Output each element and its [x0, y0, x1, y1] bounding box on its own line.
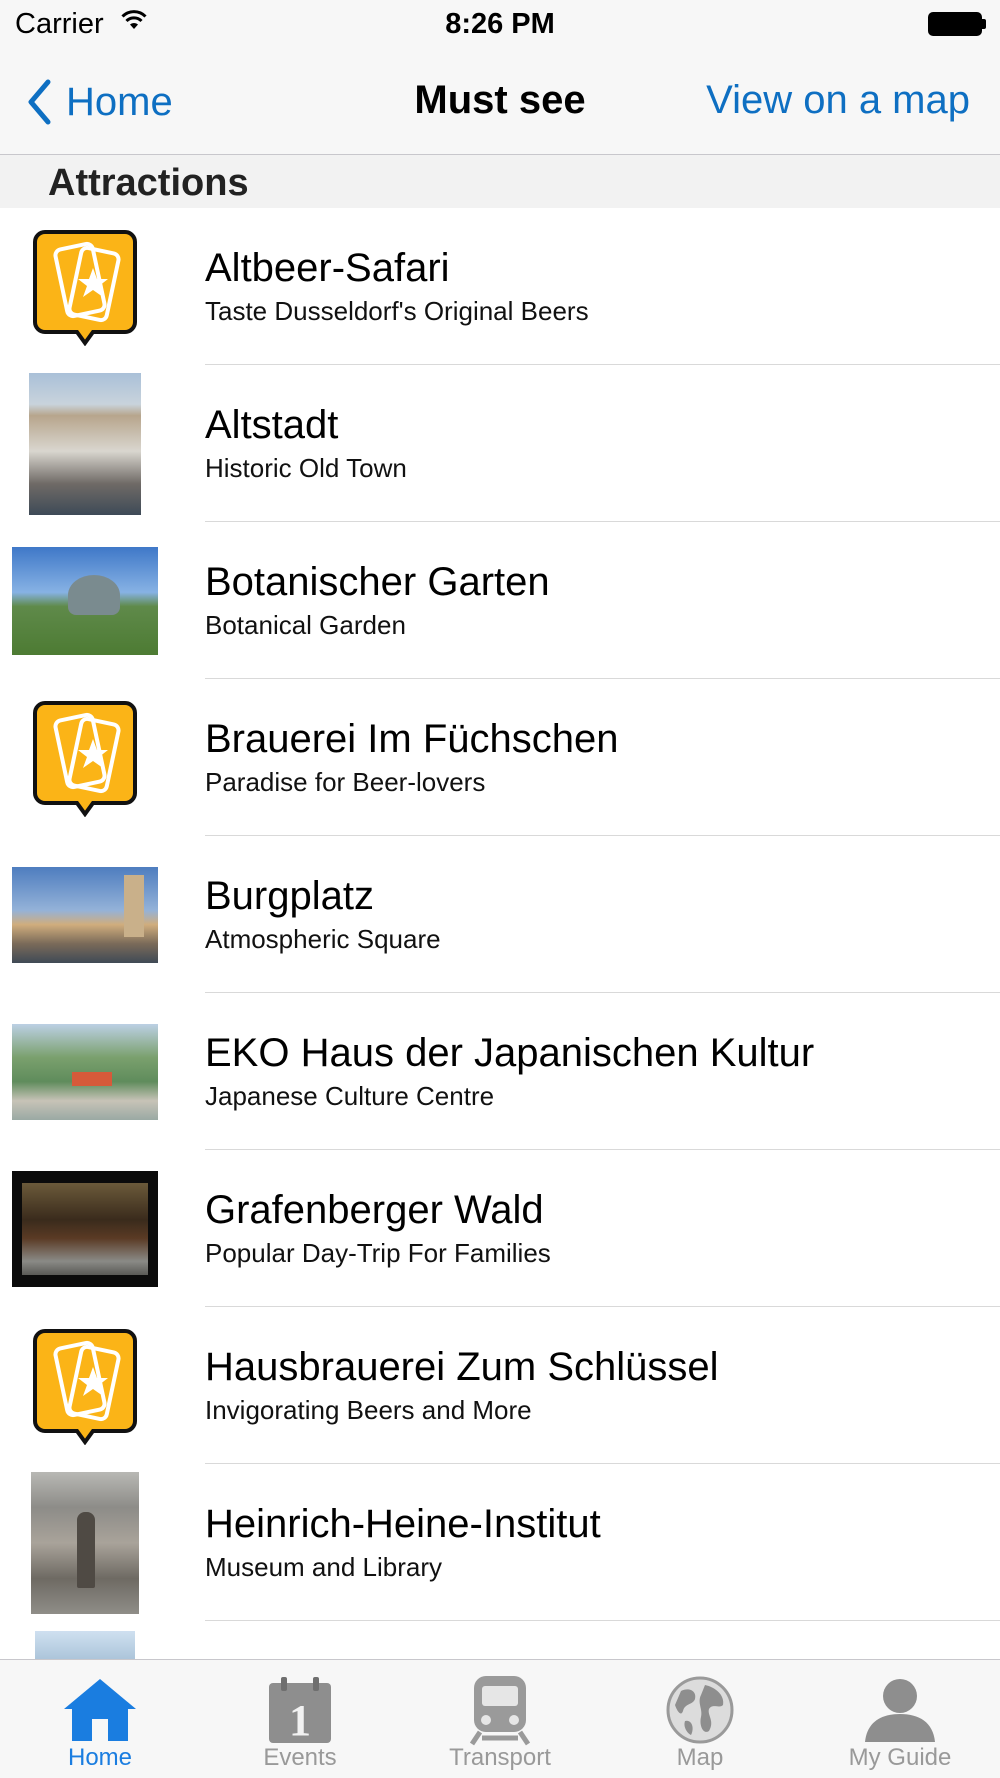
section-header: Attractions — [0, 155, 1000, 208]
tab-transport[interactable]: Transport — [400, 1660, 600, 1778]
list-item[interactable]: Heinrich-Heine-Institut Museum and Libra… — [0, 1464, 1000, 1621]
tab-label: Home — [67, 1744, 133, 1771]
list-item[interactable]: Altbeer-Safari Taste Dusseldorf's Origin… — [0, 208, 1000, 365]
tab-bar: Home 1 Events Transport Map My Guide — [0, 1659, 1000, 1778]
item-title: Grafenberger Wald — [205, 1188, 544, 1232]
ticket-star-icon — [12, 218, 158, 356]
heine-institut-photo — [12, 1472, 158, 1614]
attractions-list[interactable]: Altbeer-Safari Taste Dusseldorf's Origin… — [0, 208, 1000, 1659]
eko-haus-photo — [12, 1003, 158, 1141]
tab-map[interactable]: Map — [600, 1660, 800, 1778]
item-title: Heinrich-Heine-Institut — [205, 1502, 601, 1546]
item-subtitle: Japanese Culture Centre — [205, 1081, 495, 1111]
tab-label: Events — [263, 1744, 337, 1771]
item-subtitle: Paradise for Beer-lovers — [205, 767, 486, 797]
item-subtitle: Popular Day-Trip For Families — [205, 1238, 551, 1268]
battery-icon — [928, 12, 986, 36]
item-title: Botanischer Garten — [205, 560, 550, 604]
grafenberger-wald-photo — [12, 1160, 158, 1298]
svg-text:1: 1 — [289, 1696, 311, 1745]
item-title: Altbeer-Safari — [205, 246, 450, 290]
list-item[interactable]: Botanischer Garten Botanical Garden — [0, 522, 1000, 679]
list-item[interactable]: Burgplatz Atmospheric Square — [0, 836, 1000, 993]
section-header-label: Attractions — [48, 162, 249, 204]
list-item[interactable]: Brauerei Im Füchschen Paradise for Beer-… — [0, 679, 1000, 836]
list-item[interactable] — [0, 1621, 1000, 1659]
person-icon — [860, 1672, 940, 1748]
list-item[interactable]: Grafenberger Wald Popular Day-Trip For F… — [0, 1150, 1000, 1307]
train-icon — [460, 1672, 540, 1748]
list-item[interactable]: EKO Haus der Japanischen Kultur Japanese… — [0, 993, 1000, 1150]
botanical-garden-photo — [12, 532, 158, 670]
tab-label: My Guide — [848, 1744, 952, 1771]
tab-label: Map — [676, 1744, 724, 1771]
item-subtitle: Historic Old Town — [205, 453, 407, 483]
item-subtitle: Museum and Library — [205, 1552, 442, 1582]
tab-events[interactable]: 1 Events — [200, 1660, 400, 1778]
status-bar: Carrier 8:26 PM — [0, 0, 1000, 50]
tab-home[interactable]: Home — [0, 1660, 200, 1778]
tab-my-guide[interactable]: My Guide — [800, 1660, 1000, 1778]
item-subtitle: Atmospheric Square — [205, 924, 441, 954]
view-on-map-button[interactable]: View on a map — [706, 78, 970, 123]
item-title: Altstadt — [205, 403, 339, 447]
ticket-star-icon — [12, 1317, 158, 1455]
item-title: EKO Haus der Japanischen Kultur — [205, 1031, 815, 1075]
burgplatz-photo — [12, 846, 158, 984]
item-subtitle: Invigorating Beers and More — [205, 1395, 532, 1425]
list-item[interactable]: Altstadt Historic Old Town — [0, 365, 1000, 522]
navigation-bar: Home Must see View on a map — [0, 50, 1000, 155]
ticket-star-icon — [12, 689, 158, 827]
home-icon — [60, 1672, 140, 1748]
item-title: Burgplatz — [205, 874, 374, 918]
globe-icon — [660, 1672, 740, 1748]
item-subtitle: Botanical Garden — [205, 610, 406, 640]
item-title: Brauerei Im Füchschen — [205, 717, 619, 761]
calendar-icon: 1 — [260, 1672, 340, 1748]
item-subtitle: Taste Dusseldorf's Original Beers — [205, 296, 589, 326]
altstadt-photo — [12, 373, 158, 515]
tab-label: Transport — [449, 1744, 551, 1771]
item-title: Hausbrauerei Zum Schlüssel — [205, 1345, 719, 1389]
list-item[interactable]: Hausbrauerei Zum Schlüssel Invigorating … — [0, 1307, 1000, 1464]
clock: 8:26 PM — [445, 8, 555, 40]
partial-photo — [12, 1631, 158, 1659]
